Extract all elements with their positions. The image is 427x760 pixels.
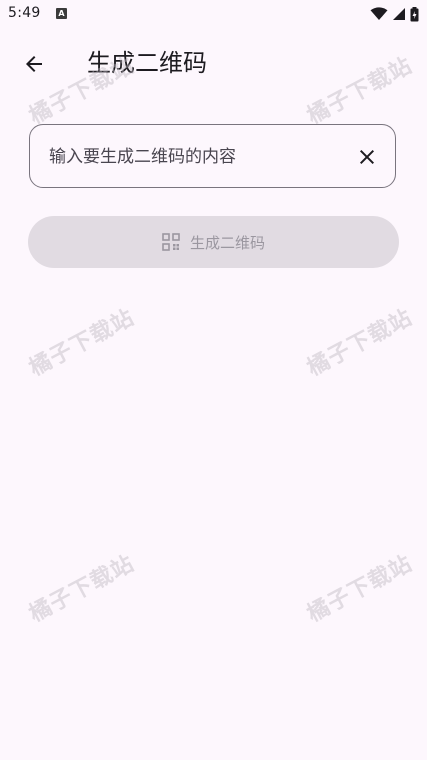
- status-icons: [370, 6, 419, 22]
- status-bar: 5:49 A: [0, 0, 427, 28]
- watermark: 橘子下载站: [25, 551, 139, 628]
- notification-icon: A: [56, 8, 67, 19]
- screen: 5:49 A 生成二维码 输入要生成二维码的内容 生成二维码 橘子下载站 橘子下…: [0, 0, 427, 760]
- signal-icon: [393, 8, 405, 20]
- arrow-left-icon: [26, 56, 42, 72]
- battery-icon: [410, 6, 419, 21]
- close-icon: [360, 150, 374, 164]
- generate-qr-button[interactable]: 生成二维码: [28, 216, 399, 268]
- wifi-icon: [370, 7, 388, 20]
- watermark: 橘子下载站: [303, 305, 417, 382]
- app-bar: 生成二维码: [0, 36, 427, 92]
- content-input-placeholder: 输入要生成二维码的内容: [49, 147, 236, 167]
- clear-button[interactable]: [351, 141, 383, 173]
- page-title: 生成二维码: [87, 49, 207, 77]
- qr-code-icon: [162, 233, 180, 251]
- status-time: 5:49: [8, 5, 41, 21]
- watermark: 橘子下载站: [303, 551, 417, 628]
- watermark: 橘子下载站: [25, 305, 139, 382]
- back-button[interactable]: [12, 42, 56, 86]
- generate-qr-button-label: 生成二维码: [189, 233, 265, 252]
- content-input[interactable]: 输入要生成二维码的内容: [29, 124, 396, 188]
